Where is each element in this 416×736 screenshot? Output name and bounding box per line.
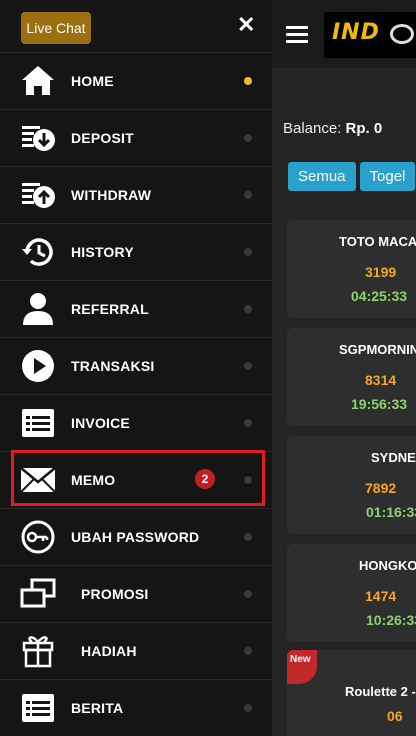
countdown-time: 19:56:33	[351, 396, 408, 412]
indicator-dot	[244, 590, 252, 598]
sidebar-item-berita[interactable]: BERITA	[0, 679, 272, 736]
game-tabs: Semua Togel	[288, 162, 416, 191]
indicator-dot	[244, 248, 252, 256]
top-bar: IND	[272, 0, 416, 68]
sidebar-item-label: WITHDRAW	[71, 187, 152, 203]
market-name: TOTO MACAU	[339, 234, 416, 249]
active-indicator-dot	[244, 77, 252, 85]
result-card[interactable]: SYDNEY 7892 01:16:33	[287, 436, 416, 534]
game-number: 06	[387, 708, 403, 724]
indicator-dot	[244, 362, 252, 370]
user-icon	[23, 293, 53, 325]
sidebar-item-label: DEPOSIT	[71, 130, 134, 146]
sidebar-item-label: INVOICE	[71, 415, 130, 431]
sidebar-item-invoice[interactable]: INVOICE	[0, 394, 272, 451]
invoice-icon	[22, 409, 54, 437]
home-icon	[22, 66, 54, 95]
sidebar-item-label: REFERRAL	[71, 301, 149, 317]
withdraw-icon	[22, 183, 55, 208]
balance-value: Rp. 0	[345, 120, 383, 137]
result-card[interactable]: HONGKONG 1474 10:26:33	[287, 544, 416, 642]
sidebar-item-transaksi[interactable]: TRANSAKSI	[0, 337, 272, 394]
tab-semua[interactable]: Semua	[288, 162, 356, 191]
sidebar-item-label: HOME	[71, 73, 114, 89]
sidebar-item-referral[interactable]: REFERRAL	[0, 280, 272, 337]
indicator-dot	[244, 419, 252, 427]
key-icon	[21, 520, 55, 554]
windows-icon	[20, 578, 56, 608]
live-chat-button[interactable]: Live Chat	[21, 12, 91, 44]
sidebar-item-label: TRANSAKSI	[71, 358, 155, 374]
deposit-icon	[22, 126, 55, 151]
sidebar-item-deposit[interactable]: DEPOSIT	[0, 109, 272, 166]
main-content: IND Balance: Rp. 0 SemuaTogel TOTO MACAU…	[272, 0, 416, 736]
indicator-dot	[244, 134, 252, 142]
sidebar-item-hadiah[interactable]: HADIAH	[0, 622, 272, 679]
balance-display: Balance: Rp. 0	[283, 120, 382, 137]
market-name: HONGKONG	[359, 558, 416, 573]
sidebar-item-label: HADIAH	[81, 643, 137, 659]
sidebar-item-history[interactable]: HISTORY	[0, 223, 272, 280]
new-badge: New	[287, 650, 317, 684]
new-badge-label: New	[290, 654, 311, 665]
sidebar-item-withdraw[interactable]: WITHDRAW	[0, 166, 272, 223]
market-name: SYDNEY	[371, 450, 416, 465]
game-name: Roulette 2 - F	[345, 684, 416, 699]
sidebar-item-label: HISTORY	[71, 244, 134, 260]
indicator-dot	[244, 305, 252, 313]
result-number: 7892	[365, 480, 397, 496]
hamburger-menu-icon[interactable]	[286, 26, 308, 43]
game-card[interactable]: New Roulette 2 - F 06	[287, 650, 416, 736]
result-card[interactable]: SGPMORNING 8314 19:56:33	[287, 328, 416, 426]
tab-togel[interactable]: Togel	[359, 162, 416, 191]
memo-highlight-box	[11, 450, 265, 506]
countdown-time: 10:26:33	[366, 612, 416, 628]
sidebar-drawer: Live Chat ✕ HOME DEPOSIT WITHDRAW HISTOR…	[0, 0, 272, 736]
countdown-time: 01:16:33	[366, 504, 416, 520]
indicator-dot	[244, 191, 252, 199]
indicator-dot	[244, 533, 252, 541]
sidebar-item-label: PROMOSI	[81, 586, 149, 602]
sidebar-item-promosi[interactable]: PROMOSI	[0, 565, 272, 622]
sidebar-item-ubah-password[interactable]: UBAH PASSWORD	[0, 508, 272, 565]
result-number: 3199	[365, 264, 397, 280]
news-icon	[22, 694, 54, 722]
play-icon	[22, 350, 54, 382]
logo-text: IND	[332, 20, 380, 45]
indicator-dot	[244, 647, 252, 655]
gift-icon	[22, 636, 54, 668]
site-logo[interactable]: IND	[324, 12, 416, 58]
logo-ring-icon	[390, 24, 414, 44]
balance-label: Balance:	[283, 120, 342, 137]
result-number: 1474	[365, 588, 397, 604]
sidebar-item-home[interactable]: HOME	[0, 52, 272, 109]
sidebar-header: Live Chat ✕	[0, 0, 272, 52]
indicator-dot	[244, 704, 252, 712]
sidebar-item-label: UBAH PASSWORD	[71, 529, 200, 545]
close-icon[interactable]: ✕	[237, 12, 255, 38]
result-number: 8314	[365, 372, 397, 388]
sidebar-item-label: BERITA	[71, 700, 124, 716]
countdown-time: 04:25:33	[351, 288, 408, 304]
market-name: SGPMORNING	[339, 342, 416, 357]
result-card[interactable]: TOTO MACAU 3199 04:25:33	[287, 220, 416, 318]
history-icon	[22, 238, 53, 266]
